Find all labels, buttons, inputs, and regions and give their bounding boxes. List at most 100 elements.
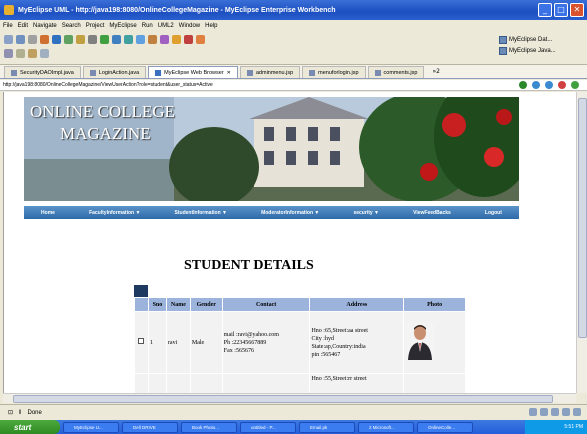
myeclipse-app-icon [4, 5, 14, 15]
taskbar-item-myeclipse[interactable]: MyEclipse U... [63, 421, 119, 433]
search-icon[interactable] [160, 35, 169, 44]
menu-myeclipse[interactable]: MyEclipse [109, 23, 136, 29]
minimize-button[interactable]: _ [538, 3, 552, 17]
contact-fax: Fax :565676 [223, 347, 254, 354]
new-icon[interactable] [4, 35, 13, 44]
menu-window[interactable]: Window [179, 23, 200, 29]
nav-security[interactable]: security ▼ [353, 210, 379, 216]
menu-navigate[interactable]: Navigate [33, 23, 57, 29]
status-text: Done [27, 409, 42, 416]
new-class-icon[interactable] [136, 35, 145, 44]
close-button[interactable]: ✕ [570, 3, 584, 17]
java-perspective-icon [499, 46, 507, 55]
taskbar-item-drive[interactable]: Dell DRIVE [122, 421, 178, 433]
next-annotation-icon[interactable] [16, 49, 25, 58]
row-checkbox[interactable] [138, 338, 145, 344]
debug-icon[interactable] [112, 35, 121, 44]
tab-comments[interactable]: comments.jsp [367, 66, 425, 78]
update-icon[interactable] [573, 408, 581, 416]
stop-icon[interactable] [184, 35, 193, 44]
save-icon[interactable] [16, 35, 25, 44]
vertical-scroll-thumb[interactable] [578, 98, 587, 338]
go-icon[interactable] [519, 81, 527, 89]
taskbar-item-paint[interactable]: untitled - P... [240, 421, 296, 433]
browser-url-bar [0, 80, 587, 91]
tab-adminmenu[interactable]: adminmenu.jsp [239, 66, 301, 78]
menu-uml2[interactable]: UML2 [158, 23, 174, 29]
previous-annotation-icon[interactable] [4, 49, 13, 58]
taskbar-item-book-photo[interactable]: Book Photo... [181, 421, 237, 433]
photo-cell [403, 373, 466, 393]
tab-menuforlogin[interactable]: menuforlogin.jsp [302, 66, 366, 78]
tab-loginaction[interactable]: LoginAction.java [82, 66, 147, 78]
run-icon[interactable] [100, 35, 109, 44]
deploy-icon[interactable] [52, 35, 61, 44]
settings-icon[interactable] [88, 35, 97, 44]
column-header-gender: Gender [189, 297, 223, 312]
tab-securitydaoimpl[interactable]: SecurityDAOImpl.java [4, 66, 81, 78]
url-input[interactable] [0, 80, 440, 90]
nav-student-information[interactable]: StudentInformation ▼ [175, 210, 227, 216]
perspective-switcher: MyEclipse Dat... MyEclipse Java... [499, 34, 581, 56]
wizard-icon[interactable] [76, 35, 85, 44]
window-title: MyEclipse UML - http://java198:8080/Onli… [18, 6, 336, 14]
site-logo: ONLINE COLLEGE MAGAZINE [30, 102, 175, 143]
menu-edit[interactable]: Edit [18, 23, 28, 29]
maximize-button[interactable]: □ [554, 3, 568, 17]
sync-icon[interactable] [562, 408, 570, 416]
fast-view-icon[interactable]: ⊡ [8, 409, 13, 416]
perspective-myeclipse-database[interactable]: MyEclipse Dat... [499, 34, 581, 45]
address-state-country: State:ap,Country:india [311, 343, 366, 350]
memory-icon[interactable] [540, 408, 548, 416]
status-icons [529, 408, 581, 416]
pencil-icon[interactable] [196, 35, 205, 44]
print-icon[interactable] [28, 35, 37, 44]
menu-run[interactable]: Run [142, 23, 153, 29]
browser-icon[interactable] [172, 35, 181, 44]
name-cell [165, 373, 191, 393]
taskbar-item-microsoft[interactable]: 2 Microsoft... [358, 421, 414, 433]
nav-moderator-information[interactable]: ModeratorInformation ▼ [261, 210, 319, 216]
column-header-select [134, 297, 149, 312]
back-arrow-icon[interactable] [532, 81, 540, 89]
site-nav-bar: Home FacultyInformation ▼ StudentInforma… [24, 206, 519, 219]
start-button[interactable]: start [0, 420, 60, 434]
external-tools-icon[interactable] [124, 35, 133, 44]
address-city: City :hyd [311, 335, 334, 342]
open-type-icon[interactable] [148, 35, 157, 44]
contact-phone: Ph :22345667889 [223, 339, 267, 346]
menu-search[interactable]: Search [62, 23, 81, 29]
stop-icon[interactable] [558, 81, 566, 89]
perspective-myeclipse-java[interactable]: MyEclipse Java... [499, 45, 581, 56]
toolbar-row-2 [4, 49, 49, 58]
menu-help[interactable]: Help [205, 23, 217, 29]
nav-view-feedbacks[interactable]: ViewFeedBacks [413, 210, 451, 216]
nav-logout[interactable]: Logout [485, 210, 502, 216]
close-tab-icon[interactable]: ✕ [227, 70, 231, 76]
java-file-icon [11, 69, 17, 76]
student-table: Sno Name Gender Contact Address Photo 1 … [134, 297, 466, 393]
menu-project[interactable]: Project [86, 23, 105, 29]
nav-home[interactable]: Home [41, 210, 55, 216]
forward-icon[interactable] [40, 49, 49, 58]
refresh-icon[interactable] [571, 81, 579, 89]
network-icon[interactable] [529, 408, 537, 416]
task-icon[interactable] [551, 408, 559, 416]
tab-overflow-button[interactable]: »2 [432, 68, 440, 75]
gender-cell [189, 373, 223, 393]
back-icon[interactable] [28, 49, 37, 58]
column-header-sno: Sno [147, 297, 167, 312]
forward-arrow-icon[interactable] [545, 81, 553, 89]
menu-file[interactable]: File [3, 23, 13, 29]
vertical-scrollbar[interactable] [576, 92, 587, 393]
taskbar-item-onlinecollege[interactable]: OnlineColle... [417, 421, 473, 433]
server-icon[interactable] [40, 35, 49, 44]
gender-cell: Male [189, 311, 223, 374]
horizontal-scrollbar[interactable] [3, 393, 576, 403]
nav-faculty-information[interactable]: FacultyInformation ▼ [89, 210, 140, 216]
tab-web-browser[interactable]: MyEclipse Web Browser ✕ [148, 66, 238, 78]
taskbar-item-email[interactable]: Email.pk [299, 421, 355, 433]
horizontal-scroll-thumb[interactable] [13, 395, 553, 403]
sno-cell: 1 [147, 311, 167, 374]
build-icon[interactable] [64, 35, 73, 44]
